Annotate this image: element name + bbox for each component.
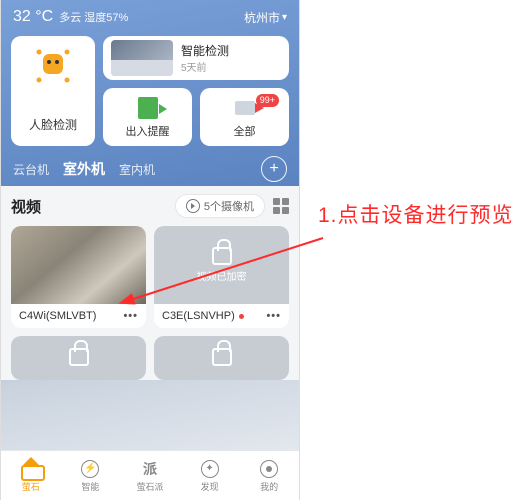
- ai-detect-thumbnail: [111, 40, 173, 76]
- face-detect-label: 人脸检测: [29, 116, 77, 133]
- annotation-text: 1.点击设备进行预览: [318, 202, 514, 230]
- annotation-panel: 1.点击设备进行预览: [300, 0, 528, 500]
- weather-text: 多云 湿度57%: [59, 9, 128, 25]
- nav-pai-label: 萤石派: [136, 480, 163, 493]
- video-section: 视频 5个摄像机 C4Wi(SMLVBT) •••: [1, 186, 299, 380]
- entry-alert-card[interactable]: 出入提醒: [103, 88, 192, 146]
- camera-grid: C4Wi(SMLVBT) ••• 视频已加密 C3E(LSNVHP) •••: [11, 226, 289, 380]
- nav-discover-label: 发现: [201, 480, 219, 493]
- feature-cards-row1: 人脸检测 智能检测 5天前 出入提醒 99+: [1, 32, 299, 146]
- ai-detect-subtitle: 5天前: [181, 59, 229, 74]
- tab-outdoor[interactable]: 室外机: [63, 159, 105, 179]
- city-selector[interactable]: 杭州市 ▾: [244, 9, 287, 26]
- device-tabs: 云台机 室外机 室内机 +: [1, 146, 299, 186]
- door-icon: [138, 95, 158, 121]
- alert-dot-icon: [239, 314, 244, 319]
- nav-mine[interactable]: 我的: [239, 451, 299, 500]
- top-bar: 32 °C 多云 湿度57% 杭州市 ▾: [1, 0, 299, 32]
- lock-icon: [69, 348, 89, 366]
- city-name: 杭州市: [244, 9, 280, 26]
- ai-detect-card[interactable]: 智能检测 5天前: [103, 36, 289, 80]
- ai-detect-title: 智能检测: [181, 42, 229, 59]
- nav-pai[interactable]: 派 萤石派: [120, 451, 180, 500]
- camera-tile-4[interactable]: [154, 336, 289, 380]
- temperature: 32 °C: [13, 8, 53, 26]
- camera-preview-3: [11, 336, 146, 380]
- camera-count-pill[interactable]: 5个摄像机: [175, 194, 265, 218]
- phone-frame: 32 °C 多云 湿度57% 杭州市 ▾: [0, 0, 300, 500]
- compass-icon: ✦: [199, 459, 221, 479]
- all-events-card[interactable]: 99+ 全部: [200, 88, 289, 146]
- face-detect-card[interactable]: 人脸检测: [11, 36, 95, 146]
- play-icon: [186, 199, 200, 213]
- bolt-icon: ⚡: [79, 459, 101, 479]
- section-header: 视频 5个摄像机: [11, 194, 289, 218]
- home-icon: [20, 459, 42, 479]
- nav-discover[interactable]: ✦ 发现: [180, 451, 240, 500]
- camera-preview-4: [154, 336, 289, 380]
- nav-smart-label: 智能: [81, 480, 99, 493]
- chevron-down-icon: ▾: [282, 12, 287, 23]
- nav-home[interactable]: 萤石: [1, 451, 61, 500]
- nav-mine-label: 我的: [260, 480, 278, 493]
- lock-icon: [212, 348, 232, 366]
- bottom-nav: 萤石 ⚡ 智能 派 萤石派 ✦ 发现 我的: [1, 450, 299, 500]
- tab-ptz[interactable]: 云台机: [13, 161, 49, 178]
- nav-smart[interactable]: ⚡ 智能: [61, 451, 121, 500]
- camera-menu-1[interactable]: •••: [123, 310, 138, 322]
- content-area: 32 °C 多云 湿度57% 杭州市 ▾: [1, 0, 299, 450]
- all-events-label: 全部: [234, 123, 256, 139]
- camera-preview-2: 视频已加密: [154, 226, 289, 304]
- user-icon: [258, 459, 280, 479]
- grid-view-icon[interactable]: [273, 198, 289, 214]
- camera-count-text: 5个摄像机: [204, 198, 254, 214]
- nav-home-label: 萤石: [22, 480, 40, 493]
- camera-name-1: C4Wi(SMLVBT): [19, 310, 96, 322]
- camera-tile-2[interactable]: 视频已加密 C3E(LSNVHP) •••: [154, 226, 289, 328]
- lock-icon: [212, 247, 232, 265]
- camera-preview-1: [11, 226, 146, 304]
- entry-alert-label: 出入提醒: [126, 123, 170, 139]
- encrypted-text: 视频已加密: [197, 268, 247, 283]
- camera-name-2: C3E(LSNVHP): [162, 310, 235, 322]
- camera-tile-3[interactable]: [11, 336, 146, 380]
- all-icon: [235, 95, 255, 121]
- camera-tile-1[interactable]: C4Wi(SMLVBT) •••: [11, 226, 146, 328]
- section-title: 视频: [11, 196, 41, 217]
- face-icon: [33, 46, 73, 86]
- add-device-button[interactable]: +: [261, 156, 287, 182]
- pai-icon: 派: [139, 459, 161, 479]
- tab-indoor[interactable]: 室内机: [119, 161, 155, 178]
- camera-menu-2[interactable]: •••: [266, 310, 281, 322]
